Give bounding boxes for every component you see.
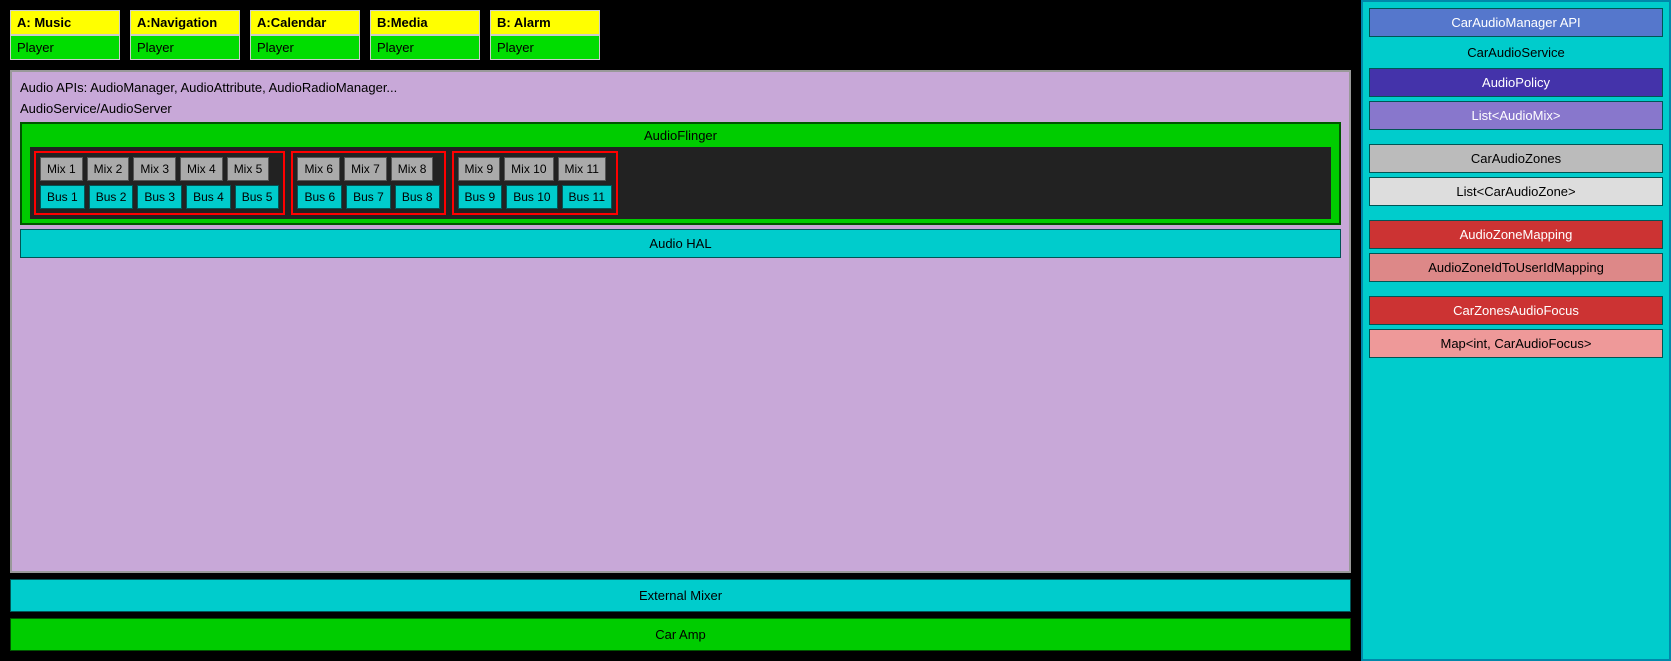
mix-box: Mix 9 [458,157,501,181]
bus-box: Bus 1 [40,185,85,209]
car-audio-manager-api: CarAudioManager API [1369,8,1663,37]
mix-box: Mix 5 [227,157,270,181]
car-zones-audio-focus: CarZonesAudioFocus [1369,296,1663,325]
mix-box: Mix 8 [391,157,434,181]
bus-box: Bus 8 [395,185,440,209]
mix-box: Mix 7 [344,157,387,181]
hal-section: Audio HAL [20,229,1341,258]
audio-zone-mapping: AudioZoneMapping [1369,220,1663,249]
main-diagram: A: MusicPlayerA:NavigationPlayerA:Calend… [0,0,1361,661]
app-player: Player [250,35,360,60]
audio-flinger-label: AudioFlinger [30,128,1331,143]
car-audio-zones: CarAudioZones [1369,144,1663,173]
mix-box: Mix 1 [40,157,83,181]
app-label: B:Media [370,10,480,35]
mix-box: Mix 3 [133,157,176,181]
app-player: Player [490,35,600,60]
app-player: Player [130,35,240,60]
app-label: A: Music [10,10,120,35]
mix-zone-container: Mix 1Mix 2Mix 3Mix 4Mix 5 Bus 1Bus 2Bus 3… [30,147,1331,219]
app-label: A:Navigation [130,10,240,35]
mix-zone: Mix 9Mix 10Mix 11 Bus 9Bus 10Bus 11 [452,151,619,215]
external-mixer: External Mixer [10,579,1351,612]
app-label: B: Alarm [490,10,600,35]
app-player: Player [10,35,120,60]
bus-box: Bus 4 [186,185,231,209]
bus-box: Bus 3 [137,185,182,209]
app-block: B: AlarmPlayer [490,10,600,60]
right-panel: CarAudioManager API CarAudioService Audi… [1361,0,1671,661]
bus-box: Bus 7 [346,185,391,209]
audio-apis-label: Audio APIs: AudioManager, AudioAttribute… [20,80,1341,95]
app-player: Player [370,35,480,60]
audio-service-label: AudioService/AudioServer [20,101,1341,116]
mix-zone: Mix 6Mix 7Mix 8 Bus 6Bus 7Bus 8 [291,151,445,215]
list-car-audio-zone: List<CarAudioZone> [1369,177,1663,206]
app-block: A: MusicPlayer [10,10,120,60]
bus-box: Bus 2 [89,185,134,209]
mix-box: Mix 4 [180,157,223,181]
app-block: A:NavigationPlayer [130,10,240,60]
bus-box: Bus 5 [235,185,280,209]
bus-box: Bus 6 [297,185,342,209]
app-label: A:Calendar [250,10,360,35]
bus-box: Bus 9 [458,185,503,209]
mix-box: Mix 10 [504,157,553,181]
audio-zone-id-to-user-id-mapping: AudioZoneIdToUserIdMapping [1369,253,1663,282]
app-block: B:MediaPlayer [370,10,480,60]
car-audio-service-label: CarAudioService [1369,41,1663,64]
audio-flinger-section: AudioFlinger Mix 1Mix 2Mix 3Mix 4Mix 5 Bu… [20,122,1341,225]
mix-box: Mix 2 [87,157,130,181]
mix-zone: Mix 1Mix 2Mix 3Mix 4Mix 5 Bus 1Bus 2Bus 3… [34,151,285,215]
car-amp: Car Amp [10,618,1351,651]
audio-policy: AudioPolicy [1369,68,1663,97]
mix-box: Mix 11 [558,157,606,181]
bus-box: Bus 11 [562,185,612,209]
bus-box: Bus 10 [506,185,557,209]
app-row: A: MusicPlayerA:NavigationPlayerA:Calend… [10,10,1351,60]
mix-box: Mix 6 [297,157,340,181]
map-car-audio-focus: Map<int, CarAudioFocus> [1369,329,1663,358]
app-block: A:CalendarPlayer [250,10,360,60]
list-audio-mix: List<AudioMix> [1369,101,1663,130]
audio-stack: Audio APIs: AudioManager, AudioAttribute… [10,70,1351,573]
